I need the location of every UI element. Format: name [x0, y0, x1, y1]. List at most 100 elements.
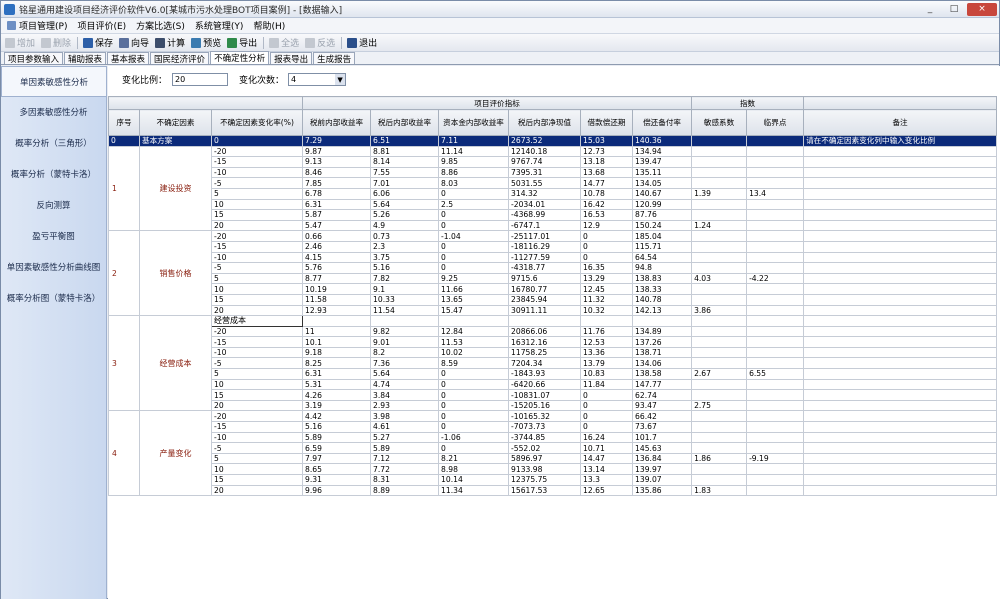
- table-cell[interactable]: 8.46: [302, 166, 372, 179]
- table-row[interactable]: 5 8.77 7.82 9.25 9715.6 13.29 138.83 4.03 -4.22: [109, 272, 998, 285]
- table-cell[interactable]: -15: [210, 336, 304, 348]
- table-cell[interactable]: 7.85: [302, 177, 372, 189]
- table-cell[interactable]: 0: [580, 251, 634, 264]
- table-cell[interactable]: [691, 135, 748, 147]
- remark-cell[interactable]: [803, 251, 998, 264]
- table-cell[interactable]: [746, 156, 805, 168]
- table-cell[interactable]: 8.86: [438, 166, 510, 179]
- table-cell[interactable]: [746, 389, 805, 401]
- table-cell[interactable]: 15.03: [580, 135, 634, 147]
- table-cell[interactable]: 7.72: [370, 463, 440, 475]
- count-select[interactable]: 4 ▼: [288, 73, 347, 86]
- table-cell[interactable]: 20866.06: [508, 325, 582, 338]
- nav-item[interactable]: 概率分析（三角形）: [1, 128, 106, 159]
- table-cell[interactable]: 11.58: [302, 293, 372, 306]
- factor-edit-row[interactable]: 3 经营成本 经营成本: [108, 315, 998, 412]
- base-row[interactable]: 0 基本方案 0 7.29 6.51 7.11 2673.52 15.03 140.36 请在不确…: [108, 135, 998, 147]
- table-cell[interactable]: 12.93: [302, 304, 372, 317]
- table-cell[interactable]: 8.81: [370, 145, 440, 158]
- table-cell[interactable]: 0: [580, 230, 634, 242]
- table-cell[interactable]: 0: [438, 389, 510, 401]
- table-cell[interactable]: 2673.52: [508, 135, 582, 147]
- table-cell[interactable]: 0: [438, 187, 510, 200]
- table-cell[interactable]: 13.68: [580, 166, 634, 179]
- menu-item[interactable]: 项目评价(E): [77, 19, 126, 32]
- table-cell[interactable]: 147.77: [632, 378, 693, 391]
- table-cell[interactable]: [746, 431, 805, 444]
- table-cell[interactable]: 14.77: [580, 177, 634, 189]
- table-cell[interactable]: 10.83: [580, 368, 634, 380]
- table-cell[interactable]: [746, 135, 805, 147]
- table-cell[interactable]: -6420.66: [508, 378, 582, 391]
- remark-cell[interactable]: [803, 272, 998, 285]
- table-cell[interactable]: 4.42: [302, 410, 372, 423]
- table-cell[interactable]: 11.84: [580, 378, 634, 391]
- table-cell[interactable]: [746, 421, 805, 433]
- table-cell[interactable]: 101.7: [632, 431, 693, 444]
- table-cell[interactable]: [746, 378, 805, 391]
- table-cell[interactable]: [691, 442, 748, 454]
- remark-cell[interactable]: [803, 145, 998, 158]
- table-cell[interactable]: 120.99: [632, 198, 693, 211]
- nav-item[interactable]: 反向测算: [1, 190, 106, 221]
- table-cell[interactable]: 15.47: [438, 304, 510, 317]
- table-cell[interactable]: 7.11: [438, 135, 510, 147]
- table-cell[interactable]: 140.78: [632, 293, 693, 306]
- table-cell[interactable]: 11758.25: [508, 346, 582, 359]
- remark-cell[interactable]: [803, 230, 998, 242]
- table-cell[interactable]: -25117.01: [508, 230, 582, 242]
- table-cell[interactable]: 10.14: [438, 474, 510, 486]
- table-cell[interactable]: [746, 484, 805, 497]
- table-cell[interactable]: 10: [210, 198, 304, 211]
- remark-cell[interactable]: [803, 209, 998, 221]
- table-cell[interactable]: 140.36: [632, 135, 693, 147]
- table-cell[interactable]: 4.15: [302, 251, 372, 264]
- table-cell[interactable]: 136.84: [632, 452, 693, 465]
- table-cell[interactable]: 5.89: [302, 431, 372, 444]
- table-cell[interactable]: [691, 346, 748, 359]
- table-cell[interactable]: -18116.29: [508, 240, 582, 253]
- table-cell[interactable]: [691, 198, 748, 211]
- table-cell[interactable]: [691, 410, 748, 423]
- table-cell[interactable]: 13.4: [746, 187, 805, 200]
- table-cell[interactable]: 10.32: [580, 304, 634, 317]
- table-row[interactable]: 20 3.19 2.93 0 -15205.16 0 93.47 2.75: [109, 399, 998, 412]
- table-cell[interactable]: 5.31: [302, 378, 372, 391]
- table-cell[interactable]: 0: [580, 410, 634, 423]
- remark-cell[interactable]: [803, 336, 998, 348]
- table-cell[interactable]: 10: [210, 378, 304, 391]
- table-cell[interactable]: 8.25: [302, 357, 372, 370]
- table-cell[interactable]: 13.36: [580, 346, 634, 359]
- table-cell[interactable]: [691, 431, 748, 444]
- table-row[interactable]: 15 5.87 5.26 0 -4368.99 16.53 87.76: [109, 209, 998, 221]
- table-row[interactable]: 10 5.31 4.74 0 -6420.66 11.84 147.77: [109, 378, 998, 391]
- table-cell[interactable]: [746, 166, 805, 179]
- remark-cell[interactable]: [803, 442, 998, 454]
- table-cell[interactable]: 9.1: [370, 283, 440, 295]
- table-cell[interactable]: 134.89: [632, 325, 693, 338]
- table-cell[interactable]: 6.31: [302, 198, 372, 211]
- remark-cell[interactable]: [803, 389, 998, 401]
- table-cell[interactable]: 基本方案: [139, 135, 212, 147]
- table-cell[interactable]: 12.65: [580, 484, 634, 497]
- table-cell[interactable]: 10.71: [580, 442, 634, 454]
- table-row[interactable]: 1 建设投资 -20 9.87 8.81 11.14 12140.18 12.73 134.94: [108, 145, 998, 232]
- table-cell[interactable]: 12.9: [580, 219, 634, 232]
- table-cell[interactable]: [746, 336, 805, 348]
- table-cell[interactable]: -552.02: [508, 442, 582, 454]
- table-cell[interactable]: 12.45: [580, 283, 634, 295]
- table-row[interactable]: 20 12.93 11.54 15.47 30911.11 10.32 142.13 3.86: [109, 304, 998, 317]
- remark-cell[interactable]: [803, 410, 998, 423]
- table-cell[interactable]: 12140.18: [508, 145, 582, 158]
- table-cell[interactable]: -15205.16: [508, 399, 582, 412]
- table-cell[interactable]: 115.71: [632, 240, 693, 253]
- tab-0[interactable]: 项目参数输入: [4, 52, 64, 65]
- table-cell[interactable]: 0: [438, 399, 510, 412]
- remark-cell[interactable]: [803, 399, 998, 412]
- table-cell[interactable]: -15: [210, 156, 304, 168]
- table-cell[interactable]: 10.78: [580, 187, 634, 200]
- table-cell[interactable]: 5.89: [370, 442, 440, 454]
- table-cell[interactable]: 9.25: [438, 272, 510, 285]
- table-cell[interactable]: [746, 315, 805, 327]
- table-cell[interactable]: 3.75: [370, 251, 440, 264]
